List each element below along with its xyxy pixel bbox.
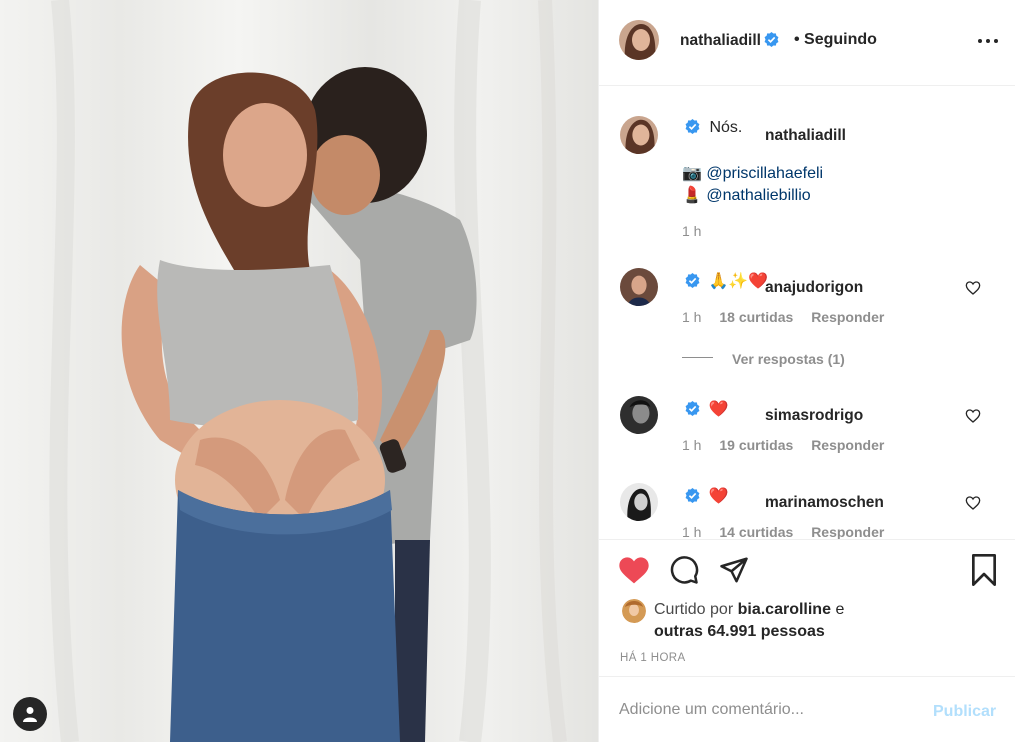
photo-scene (49, 0, 567, 742)
profile-photo (620, 396, 658, 434)
author-username[interactable]: nathaliadill (680, 32, 779, 50)
profile-photo (619, 20, 659, 60)
caption-credit-photo: 📷 @priscillahaefeli (682, 163, 823, 183)
comment-time[interactable]: 1 h (682, 437, 701, 453)
post-timestamp[interactable]: HÁ 1 HORA (620, 652, 686, 664)
comment-meta: 1 h 14 curtidas Responder (682, 524, 898, 539)
comment-time[interactable]: 1 h (682, 309, 701, 325)
avatar[interactable] (620, 483, 658, 521)
avatar[interactable] (620, 116, 658, 154)
add-comment-form: Publicar (599, 676, 1015, 742)
comment-line: marinamoschen ❤️ (682, 486, 884, 511)
like-heart-icon[interactable] (618, 555, 650, 585)
profile-photo (620, 116, 658, 154)
replies-divider (682, 357, 713, 358)
mention-link[interactable]: @nathaliebillio (706, 187, 810, 204)
reply-button[interactable]: Responder (811, 524, 884, 539)
verified-badge-icon (685, 488, 700, 503)
like-comment-heart-icon[interactable] (965, 280, 981, 296)
comment-username[interactable]: anajudorigon (765, 279, 863, 297)
post-header: nathaliadill • Seguindo (599, 0, 1015, 86)
person-icon (23, 707, 37, 722)
caption-credit-makeup: 💄 @nathaliebillio (682, 185, 811, 205)
comment-input[interactable] (619, 699, 919, 721)
caption-line: nathaliadill Nós. (682, 119, 846, 144)
profile-photo (620, 268, 658, 306)
bookmark-icon[interactable] (970, 554, 998, 586)
caption-meta: 1 h (682, 223, 715, 239)
share-icon[interactable] (719, 555, 749, 585)
lipstick-icon: 💄 (682, 187, 702, 204)
liked-by-text: Curtido por bia.carolline e outras 64.99… (654, 599, 914, 643)
likes-count[interactable]: outras 64.991 pessoas (654, 623, 825, 640)
comment-likes[interactable]: 14 curtidas (719, 524, 793, 539)
comment-text: ❤️ (708, 488, 729, 505)
camera-icon: 📷 (682, 165, 702, 182)
avatar[interactable] (620, 396, 658, 434)
liked-by-user[interactable]: bia.carolline (738, 601, 831, 618)
comment-username[interactable]: simasrodrigo (765, 407, 863, 425)
profile-photo (620, 483, 658, 521)
comment-line: anajudorigon 🙏✨❤️ (682, 271, 863, 296)
publish-button[interactable]: Publicar (933, 703, 996, 721)
mention-link[interactable]: @priscillahaefeli (706, 165, 823, 182)
view-replies-button[interactable]: Ver respostas (1) (732, 351, 845, 367)
verified-badge-icon (685, 119, 700, 134)
caption-username[interactable]: nathaliadill (765, 127, 846, 145)
author-username-text[interactable]: nathaliadill (680, 32, 761, 49)
post-actions: Curtido por bia.carolline e outras 64.99… (599, 539, 1015, 676)
reply-button[interactable]: Responder (811, 437, 884, 453)
like-comment-heart-icon[interactable] (965, 408, 981, 424)
avatar[interactable] (620, 268, 658, 306)
comment-username[interactable]: marinamoschen (765, 494, 884, 512)
avatar[interactable] (622, 599, 646, 623)
like-comment-heart-icon[interactable] (965, 495, 981, 511)
reply-button[interactable]: Responder (811, 309, 884, 325)
liked-by-prefix: Curtido por (654, 601, 734, 618)
comment-text: 🙏✨❤️ (708, 273, 769, 290)
comment-likes[interactable]: 19 curtidas (719, 437, 793, 453)
verified-badge-icon (685, 401, 700, 416)
comment-likes[interactable]: 18 curtidas (719, 309, 793, 325)
avatar[interactable] (619, 20, 659, 60)
post-photo[interactable] (0, 0, 598, 742)
comment-meta: 1 h 18 curtidas Responder (682, 309, 898, 325)
more-horizontal-icon[interactable] (977, 32, 999, 50)
comment-meta: 1 h 19 curtidas Responder (682, 437, 898, 453)
caption-time[interactable]: 1 h (682, 223, 701, 239)
liked-by-connector: e (835, 601, 845, 618)
caption-text: Nós. (709, 119, 743, 136)
follow-status-button[interactable]: • Seguindo (794, 31, 877, 49)
comment-time[interactable]: 1 h (682, 524, 701, 539)
comments-list[interactable]: nathaliadill Nós. 📷 @priscillahaefeli 💄 … (599, 87, 1015, 539)
comment-line: simasrodrigo ❤️ (682, 399, 863, 424)
tagged-users-button[interactable] (13, 697, 47, 731)
post-side-panel: nathaliadill • Seguindo nathaliadill Nós… (598, 0, 1015, 742)
comment-text: ❤️ (708, 401, 729, 418)
comment-icon[interactable] (669, 555, 699, 585)
verified-badge-icon (685, 273, 700, 288)
verified-badge-icon (764, 32, 779, 47)
